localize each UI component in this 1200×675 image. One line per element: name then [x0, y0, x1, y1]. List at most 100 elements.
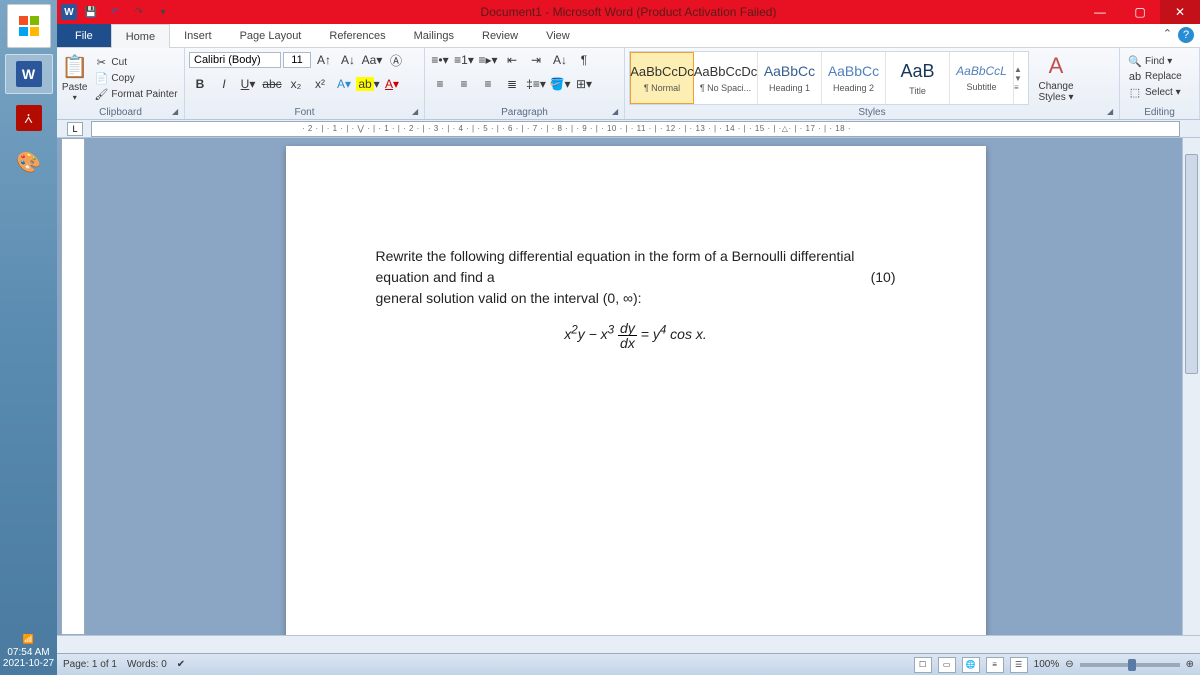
taskbar-app-adobe[interactable]: ⩑: [5, 98, 53, 138]
tab-page-layout[interactable]: Page Layout: [226, 24, 316, 47]
change-case-button[interactable]: Aa▾: [361, 50, 383, 70]
bullets-button[interactable]: ≡•▾: [429, 50, 451, 70]
highlight-button[interactable]: ab▾: [357, 74, 379, 94]
horizontal-ruler[interactable]: · 2 · | · 1 · | · ⋁ · | · 1 · | · 2 · | …: [91, 121, 1180, 137]
style-heading-2[interactable]: AaBbCcHeading 2: [822, 52, 886, 104]
format-painter-button[interactable]: 🖌Format Painter: [90, 87, 181, 102]
view-draft[interactable]: ☰: [1010, 657, 1028, 673]
style-subtitle[interactable]: AaBbCcLSubtitle: [950, 52, 1014, 104]
strike-button[interactable]: abc: [261, 74, 283, 94]
clipboard-launcher[interactable]: ◢: [172, 107, 182, 117]
underline-button[interactable]: U▾: [237, 74, 259, 94]
align-center-icon: ≡: [460, 77, 467, 91]
outdent-icon: ⇤: [507, 53, 517, 67]
align-center-button[interactable]: ≡: [453, 74, 475, 94]
font-launcher[interactable]: ◢: [412, 107, 422, 117]
line-spacing-button[interactable]: ‡≡▾: [525, 74, 547, 94]
grow-font-button[interactable]: A↑: [313, 50, 335, 70]
start-button[interactable]: [7, 4, 51, 48]
italic-button[interactable]: I: [213, 74, 235, 94]
styles-launcher[interactable]: ◢: [1107, 107, 1117, 117]
copy-button[interactable]: 📄Copy: [90, 71, 181, 86]
scrollbar-thumb[interactable]: [1185, 154, 1198, 374]
show-marks-button[interactable]: ¶: [573, 50, 595, 70]
tab-review[interactable]: Review: [468, 24, 532, 47]
style-no-spacing[interactable]: AaBbCcDc¶ No Spaci...: [694, 52, 758, 104]
style-normal[interactable]: AaBbCcDc¶ Normal: [630, 52, 694, 104]
decrease-indent-button[interactable]: ⇤: [501, 50, 523, 70]
qat-save-button[interactable]: 💾: [81, 3, 101, 21]
tab-view[interactable]: View: [532, 24, 584, 47]
subscript-button[interactable]: x₂: [285, 74, 307, 94]
replace-label: Replace: [1145, 71, 1182, 82]
font-color-button[interactable]: A▾: [381, 74, 403, 94]
qat-redo-button[interactable]: ↷: [129, 3, 149, 21]
zoom-slider[interactable]: [1080, 663, 1180, 667]
text-effects-button[interactable]: A▾: [333, 74, 355, 94]
styles-scroll[interactable]: ▲▼≡: [1014, 65, 1028, 92]
qat-undo-button[interactable]: ↶: [105, 3, 125, 21]
bold-button[interactable]: B: [189, 74, 211, 94]
sort-button[interactable]: A↓: [549, 50, 571, 70]
justify-button[interactable]: ≣: [501, 74, 523, 94]
shading-button[interactable]: 🪣▾: [549, 74, 571, 94]
vertical-scrollbar[interactable]: [1182, 138, 1200, 635]
qat-customize-button[interactable]: ▾: [153, 3, 173, 21]
grow-font-icon: A↑: [317, 53, 331, 67]
minimize-ribbon-button[interactable]: ⌃: [1163, 27, 1172, 43]
tab-insert[interactable]: Insert: [170, 24, 226, 47]
maximize-button[interactable]: ▢: [1120, 0, 1160, 24]
align-right-button[interactable]: ≡: [477, 74, 499, 94]
paste-button[interactable]: 📋 Paste ▾: [61, 50, 88, 106]
clear-formatting-button[interactable]: Ⓐ: [385, 50, 407, 70]
taskbar-app-paint[interactable]: 🎨: [5, 142, 53, 182]
tab-file[interactable]: File: [57, 24, 111, 47]
help-button[interactable]: ?: [1178, 27, 1194, 43]
view-web-layout[interactable]: 🌐: [962, 657, 980, 673]
replace-button[interactable]: abReplace: [1124, 70, 1186, 84]
paragraph-launcher[interactable]: ◢: [612, 107, 622, 117]
multilevel-button[interactable]: ≡▸▾: [477, 50, 499, 70]
select-button[interactable]: ⬚Select ▾: [1124, 85, 1186, 100]
group-paragraph: ≡•▾ ≡1▾ ≡▸▾ ⇤ ⇥ A↓ ¶ ≡ ≡ ≡ ≣ ‡≡▾ 🪣▾ ⊞▾: [425, 48, 625, 119]
word-app-icon[interactable]: W: [61, 4, 77, 20]
taskbar-clock[interactable]: 📶 07:54 AM 2021-10-27: [0, 634, 57, 669]
zoom-slider-thumb[interactable]: [1128, 659, 1136, 671]
borders-button[interactable]: ⊞▾: [573, 74, 595, 94]
close-button[interactable]: ✕: [1160, 0, 1200, 24]
font-size-select[interactable]: 11: [283, 52, 311, 68]
taskbar-app-word[interactable]: W: [5, 54, 53, 94]
vertical-ruler[interactable]: [61, 138, 85, 635]
status-proof[interactable]: ✔: [177, 659, 185, 670]
align-left-button[interactable]: ≡: [429, 74, 451, 94]
increase-indent-button[interactable]: ⇥: [525, 50, 547, 70]
superscript-button[interactable]: x²: [309, 74, 331, 94]
shading-icon: 🪣: [550, 77, 565, 91]
shrink-font-button[interactable]: A↓: [337, 50, 359, 70]
view-print-layout[interactable]: ☐: [914, 657, 932, 673]
status-words[interactable]: Words: 0: [127, 659, 167, 670]
font-name-select[interactable]: Calibri (Body): [189, 52, 281, 68]
style-title[interactable]: AaBTitle: [886, 52, 950, 104]
view-outline[interactable]: ≡: [986, 657, 1004, 673]
tab-selector[interactable]: L: [67, 122, 83, 136]
zoom-out-button[interactable]: ⊖: [1065, 659, 1073, 670]
status-page[interactable]: Page: 1 of 1: [63, 659, 117, 670]
group-label-editing: Editing: [1120, 107, 1199, 118]
cut-button[interactable]: ✂Cut: [90, 55, 181, 70]
minimize-button[interactable]: —: [1080, 0, 1120, 24]
horizontal-scrollbar[interactable]: [57, 635, 1200, 653]
numbering-button[interactable]: ≡1▾: [453, 50, 475, 70]
find-button[interactable]: 🔍Find ▾: [1124, 54, 1186, 69]
select-icon: ⬚: [1128, 86, 1142, 99]
change-styles-button[interactable]: A Change Styles ▾: [1031, 50, 1081, 106]
zoom-in-button[interactable]: ⊕: [1186, 659, 1194, 670]
tab-mailings[interactable]: Mailings: [400, 24, 468, 47]
styles-gallery[interactable]: AaBbCcDc¶ Normal AaBbCcDc¶ No Spaci... A…: [629, 51, 1029, 105]
document-page[interactable]: Rewrite the following differential equat…: [286, 146, 986, 635]
view-full-screen[interactable]: ▭: [938, 657, 956, 673]
style-heading-1[interactable]: AaBbCcHeading 1: [758, 52, 822, 104]
tab-home[interactable]: Home: [111, 24, 170, 48]
zoom-level[interactable]: 100%: [1034, 659, 1060, 670]
tab-references[interactable]: References: [315, 24, 399, 47]
